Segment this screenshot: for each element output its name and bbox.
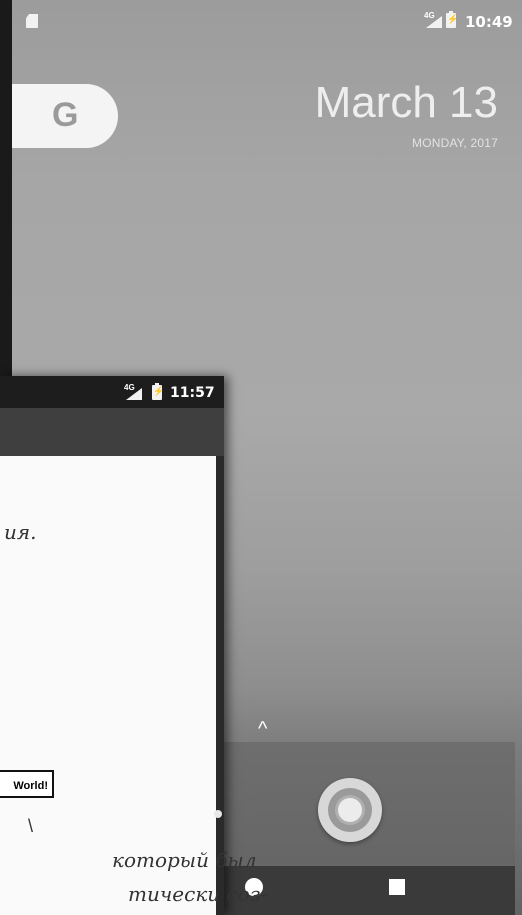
google-icon: G: [52, 96, 79, 134]
overlay-status-bar: 4G 11:57: [0, 376, 224, 408]
day-year-label: MONDAY, 2017: [412, 136, 498, 150]
status-bar: 4G 10:49: [12, 0, 522, 48]
overlay-app-bar: [0, 408, 224, 456]
hello-world-textview: World!: [0, 770, 54, 798]
network-type: 4G: [424, 11, 435, 20]
hand-drawn-arrow: \: [28, 816, 34, 836]
overlay-signal-icon: 4G: [124, 383, 142, 400]
handwritten-note-line1: который был: [112, 848, 257, 872]
status-time: 10:49: [465, 13, 513, 31]
overlay-status-time: 11:57: [170, 385, 215, 401]
touch-indicator: [214, 810, 222, 818]
handwritten-text-line: ия.: [4, 520, 37, 544]
date-widget[interactable]: March 13: [315, 78, 498, 128]
overlay-battery-icon: [152, 383, 164, 400]
overlay-phone-screenshot: 4G 11:57: [0, 376, 224, 915]
sd-card-icon: [26, 14, 38, 28]
book-page-edge: [0, 0, 12, 376]
chrome-app-icon[interactable]: [318, 778, 382, 842]
recents-button-icon[interactable]: [389, 879, 405, 895]
app-drawer-caret-icon[interactable]: ^: [258, 718, 267, 741]
overlay-network-type: 4G: [124, 383, 135, 392]
signal-icon: 4G: [424, 11, 442, 28]
handwritten-note-line2: тически соз-: [128, 882, 268, 906]
battery-icon: [446, 11, 458, 28]
google-search-widget[interactable]: G: [12, 84, 118, 148]
